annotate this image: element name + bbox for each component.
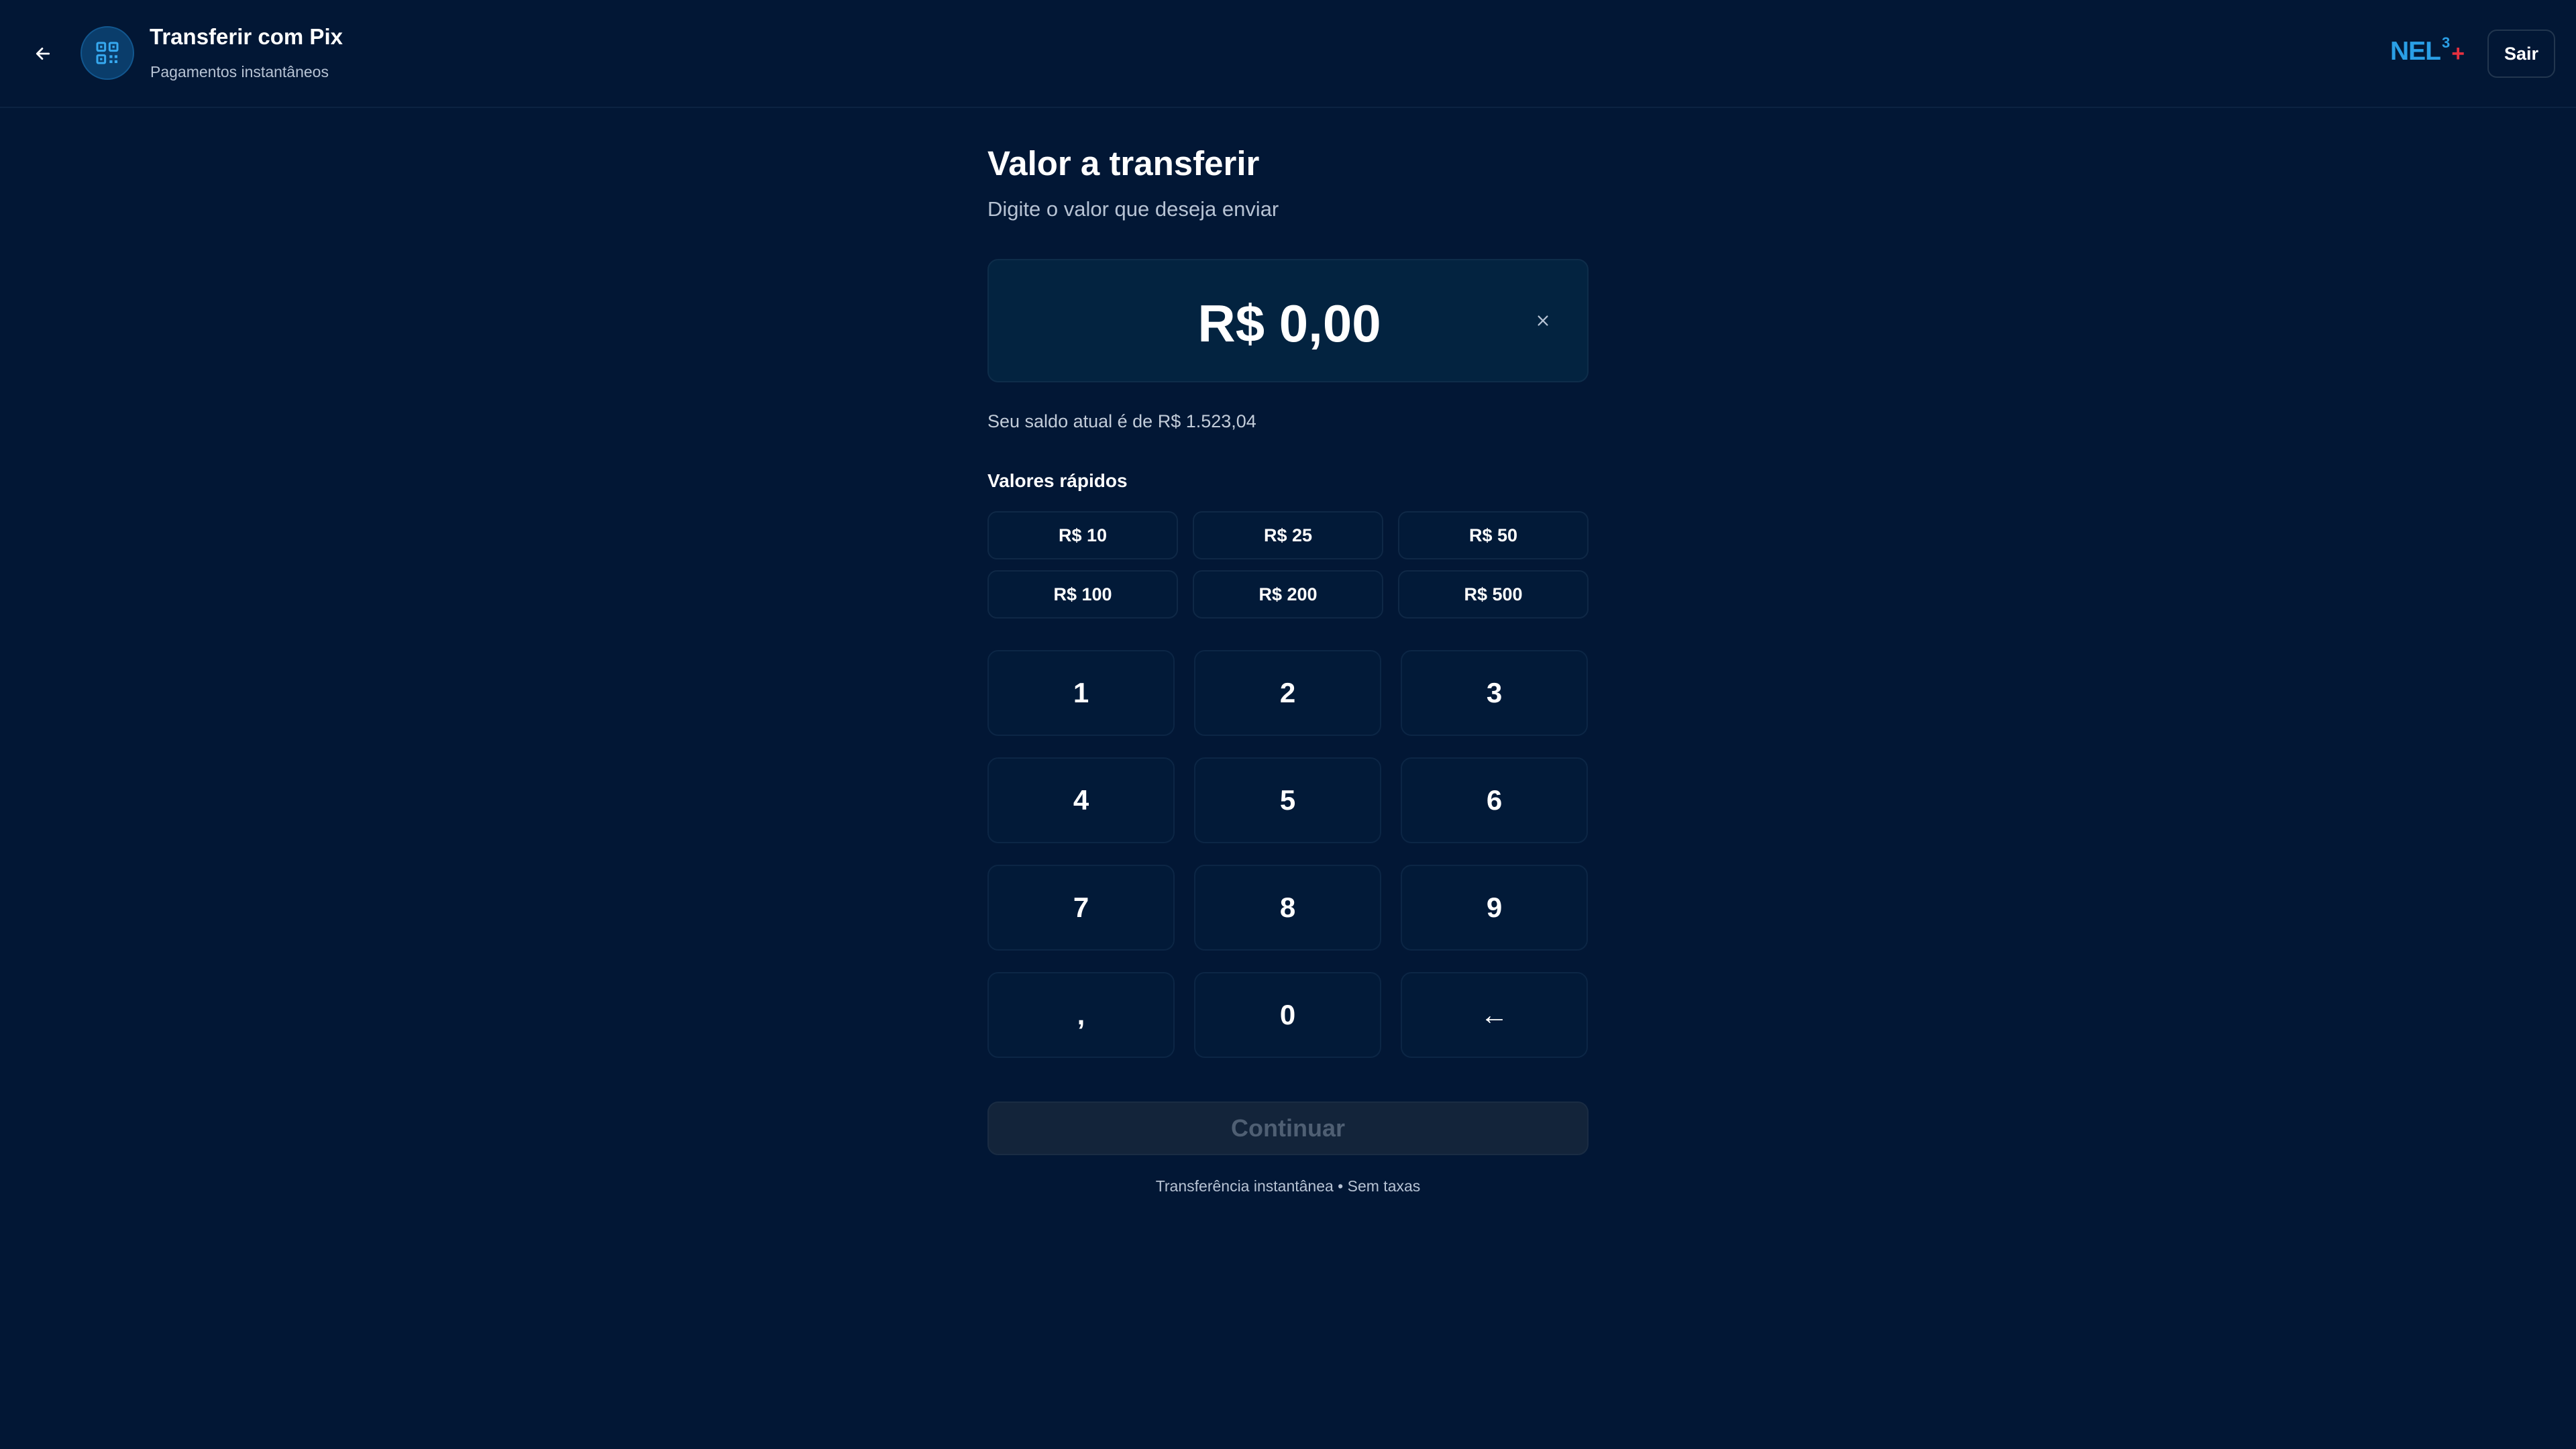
keypad-key-3[interactable]: 3 <box>1401 650 1588 736</box>
quick-value-button[interactable]: R$ 500 <box>1398 570 1589 619</box>
quick-values-grid: R$ 10 R$ 25 R$ 50 R$ 100 R$ 200 R$ 500 <box>987 511 1589 619</box>
amount-value: R$ 0,00 <box>1197 293 1381 353</box>
brand-logo[interactable]: NEL 3 + <box>2390 34 2465 70</box>
keypad-key-1[interactable]: 1 <box>987 650 1175 736</box>
back-button[interactable] <box>25 35 60 72</box>
keypad-key-comma[interactable]: , <box>987 972 1175 1058</box>
quick-value-button[interactable]: R$ 100 <box>987 570 1178 619</box>
quick-value-button[interactable]: R$ 50 <box>1398 511 1589 559</box>
keypad-key-4[interactable]: 4 <box>987 757 1175 843</box>
balance-text: Seu saldo atual é de R$ 1.523,04 <box>987 411 1256 431</box>
keypad-key-9[interactable]: 9 <box>1401 865 1588 951</box>
numeric-keypad: 1 2 3 4 5 6 7 8 9 , 0 ← <box>987 650 1589 1058</box>
footer-note: Transferência instantânea • Sem taxas <box>1155 1177 1421 1195</box>
keypad-key-5[interactable]: 5 <box>1194 757 1381 843</box>
quick-value-button[interactable]: R$ 25 <box>1193 511 1383 559</box>
arrow-left-icon <box>36 48 50 60</box>
page-subtitle: Digite o valor que deseja enviar <box>987 197 1279 221</box>
brand-name: NEL <box>2390 37 2441 66</box>
quick-values-label: Valores rápidos <box>987 470 1128 491</box>
keypad-key-7[interactable]: 7 <box>987 865 1175 951</box>
brand-plus: + <box>2451 41 2465 66</box>
continue-button[interactable]: Continuar <box>987 1102 1589 1155</box>
logout-button[interactable]: Sair <box>2487 30 2555 78</box>
keypad-key-2[interactable]: 2 <box>1194 650 1381 736</box>
top-bar: Transferir com Pix Pagamentos instantâne… <box>0 0 2576 108</box>
quick-value-button[interactable]: R$ 200 <box>1193 570 1383 619</box>
qr-code-icon <box>96 42 119 64</box>
keypad-key-8[interactable]: 8 <box>1194 865 1381 951</box>
pix-app-avatar <box>80 26 134 80</box>
header-subtitle: Pagamentos instantâneos <box>150 63 329 80</box>
amount-display[interactable]: R$ 0,00 <box>987 259 1589 382</box>
header-title: Transferir com Pix <box>150 24 343 49</box>
clear-amount-button[interactable] <box>1525 303 1560 338</box>
quick-value-button[interactable]: R$ 10 <box>987 511 1178 559</box>
keypad-key-6[interactable]: 6 <box>1401 757 1588 843</box>
keypad-key-0[interactable]: 0 <box>1194 972 1381 1058</box>
page-title: Valor a transferir <box>987 144 1260 182</box>
keypad-backspace-button[interactable]: ← <box>1401 972 1588 1058</box>
close-icon <box>1538 315 1548 326</box>
brand-superscript: 3 <box>2442 34 2451 51</box>
